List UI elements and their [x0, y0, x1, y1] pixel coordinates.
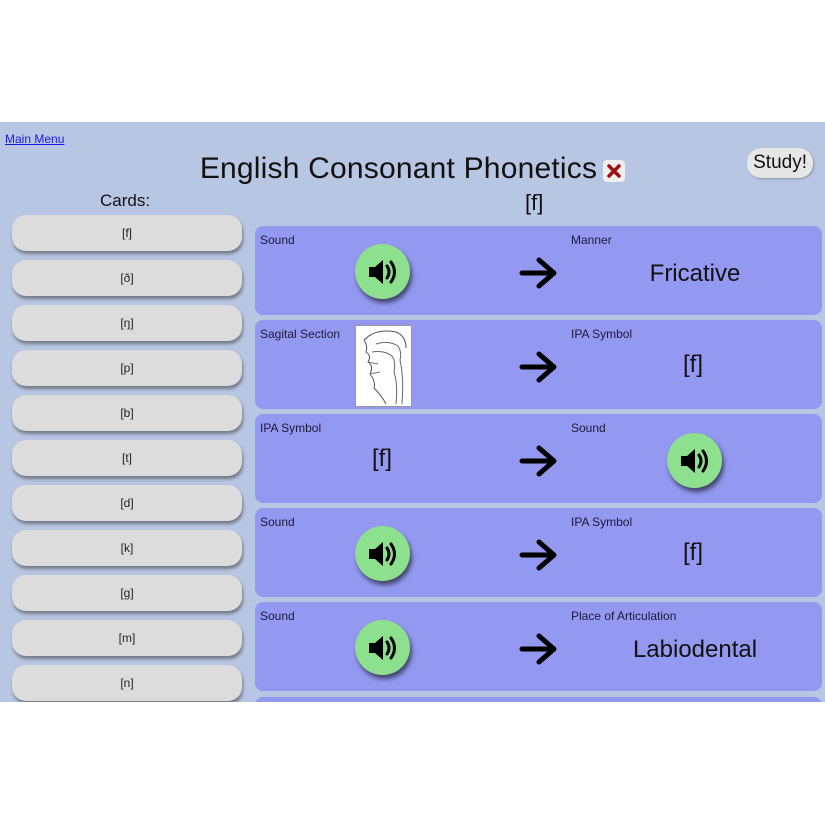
panel-right-label: IPA Symbol — [571, 515, 633, 529]
study-button[interactable]: Study! — [747, 148, 813, 178]
card-button[interactable]: [k] — [12, 530, 242, 566]
card-button[interactable]: [ð] — [12, 260, 242, 296]
page-title: English Consonant Phonetics — [199, 152, 598, 185]
panel-right-label: Sound — [571, 421, 606, 435]
close-icon[interactable] — [603, 159, 626, 182]
panel-right-label: Manner — [571, 233, 612, 247]
panel-right-label: IPA Symbol — [571, 327, 633, 341]
arrow-right-icon — [519, 445, 557, 477]
card-button[interactable]: [n] — [12, 665, 242, 701]
arrow-right-icon — [519, 633, 557, 665]
panel-left-label: Sagital Section — [260, 327, 341, 341]
panel-left-label: Sound — [260, 233, 295, 247]
card-face-panel: IPA Symbol [f] Sound — [255, 414, 822, 503]
panel-left-label: Sound — [260, 609, 295, 623]
card-button[interactable]: [f] — [12, 215, 242, 251]
speaker-icon — [369, 542, 396, 566]
manner-value: Fricative — [649, 260, 741, 287]
ipa-symbol-value: [f] — [682, 539, 703, 566]
card-button[interactable]: [t] — [12, 440, 242, 476]
card-button[interactable]: [ŋ] — [12, 305, 242, 341]
card-face-list: Sound Manner Fricative Sagital Section I… — [255, 226, 822, 696]
ipa-symbol-value: [f] — [682, 351, 703, 378]
card-face-panel: Sound IPA Symbol [f] — [255, 508, 822, 597]
card-list: [f] [ð] [ŋ] [p] [b] [t] [d] [k] [g] [m] … — [12, 215, 242, 702]
card-button[interactable]: [g] — [12, 575, 242, 611]
card-button[interactable]: [b] — [12, 395, 242, 431]
arrow-right-icon — [519, 539, 557, 571]
header: English Consonant Phonetics — [0, 152, 825, 186]
card-button[interactable]: [p] — [12, 350, 242, 386]
cards-heading: Cards: — [100, 191, 151, 210]
card-button[interactable]: [m] — [12, 620, 242, 656]
card-face-panel-partial — [255, 697, 822, 702]
app-window: Main Menu English Consonant Phonetics St… — [0, 122, 825, 702]
card-face-panel: Sagital Section IPA Symbol [f] — [255, 320, 822, 409]
current-card-title: [f] — [525, 190, 544, 215]
play-sound-button[interactable] — [355, 526, 410, 581]
card-button[interactable]: [d] — [12, 485, 242, 521]
sagittal-section-image — [355, 325, 412, 407]
play-sound-button[interactable] — [355, 244, 410, 299]
main-menu-link[interactable]: Main Menu — [5, 132, 64, 146]
speaker-icon — [369, 260, 396, 284]
place-of-articulation-value: Labiodental — [632, 636, 758, 663]
card-face-panel: Sound Manner Fricative — [255, 226, 822, 315]
panel-right-label: Place of Articulation — [571, 609, 677, 623]
speaker-icon — [681, 449, 708, 473]
arrow-right-icon — [519, 257, 557, 289]
play-sound-button[interactable] — [667, 433, 722, 488]
arrow-right-icon — [519, 351, 557, 383]
speaker-icon — [369, 636, 396, 660]
ipa-symbol-value: [f] — [371, 445, 392, 472]
play-sound-button[interactable] — [355, 620, 410, 675]
panel-left-label: IPA Symbol — [260, 421, 322, 435]
card-face-panel: Sound Place of Articulation Labiodental — [255, 602, 822, 691]
panel-left-label: Sound — [260, 515, 295, 529]
